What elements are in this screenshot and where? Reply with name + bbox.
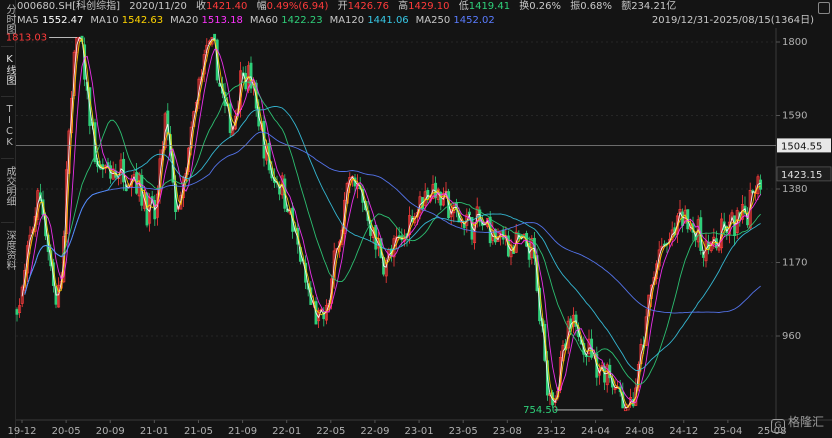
candle-body <box>15 309 19 315</box>
x-tick-label: 20-05 <box>52 426 81 437</box>
candle-body <box>603 366 607 383</box>
x-tick-label: 22-05 <box>316 426 345 437</box>
watermark-text: 格隆汇 <box>787 415 824 429</box>
x-tick-label: 21-09 <box>228 426 257 437</box>
x-tick-label: 21-05 <box>184 426 213 437</box>
current-price-label: 1423.15 <box>781 170 822 181</box>
x-tick-label: 21-01 <box>140 426 169 437</box>
y-tick-label: 1590 <box>782 111 807 122</box>
ma-line-ma60 <box>24 81 761 385</box>
max-price-label: 1813.03 <box>6 32 47 43</box>
x-tick-label: 22-09 <box>360 426 389 437</box>
x-tick-label: 23-05 <box>449 426 478 437</box>
x-tick-label: 19-12 <box>7 426 36 437</box>
candle-body <box>759 179 763 190</box>
x-tick-label: 23-08 <box>493 426 522 437</box>
x-tick-label: 25-04 <box>713 426 742 437</box>
ma-line-ma20 <box>24 48 761 404</box>
watermark-logo: G 格隆汇 <box>770 414 824 433</box>
crosshair-price-label: 1504.55 <box>781 141 822 152</box>
min-price-label: 754.50 <box>523 405 558 416</box>
x-tick-label: 22-01 <box>272 426 301 437</box>
candlestick-chart[interactable]: 960 1170 1380 1590 1800 19-12 20-05 20-09 21-01 2… <box>0 0 832 438</box>
y-tick-label: 1800 <box>782 37 807 48</box>
x-tick-label: 24-04 <box>581 426 610 437</box>
ma-line-ma5 <box>21 36 761 409</box>
x-tick-label: 23-01 <box>405 426 434 437</box>
x-tick-label: 20-09 <box>96 426 125 437</box>
y-tick-label: 1380 <box>782 184 807 195</box>
x-tick-label: 24-08 <box>625 426 654 437</box>
x-tick-label: 23-12 <box>537 426 566 437</box>
x-tick-label: 24-12 <box>669 426 698 437</box>
y-tick-label: 960 <box>782 331 801 342</box>
logo-icon: G <box>770 419 785 433</box>
y-tick-label: 1170 <box>782 258 807 269</box>
